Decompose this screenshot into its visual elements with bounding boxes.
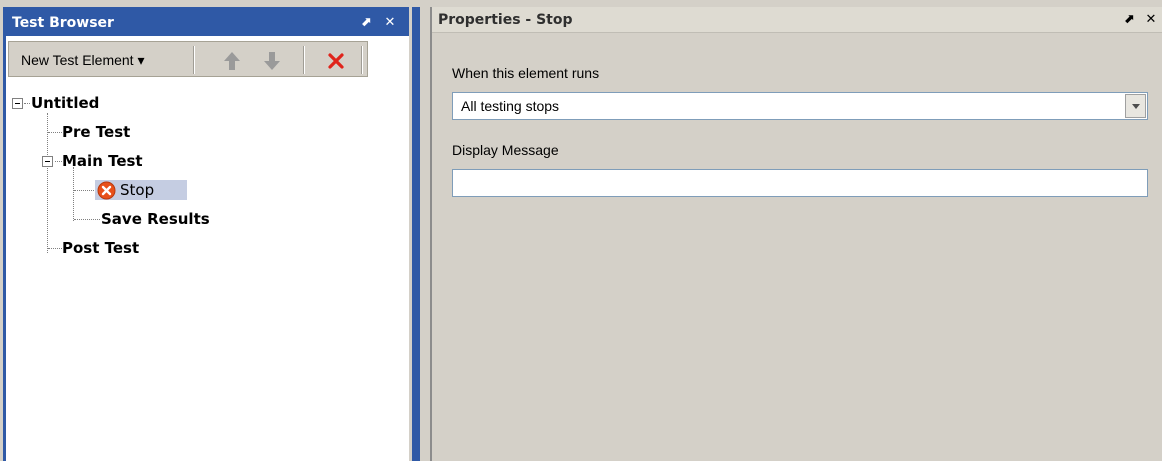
test-browser-titlebar: Test Browser ⬈ ✕: [6, 10, 409, 36]
test-browser-panel: Test Browser ⬈ ✕ New Test Element ▾ Unti…: [3, 7, 420, 461]
tree-node-main-test[interactable]: Main Test: [62, 151, 143, 171]
app-window: Test Browser ⬈ ✕ New Test Element ▾ Unti…: [0, 0, 1162, 461]
tree-node-post-test[interactable]: Post Test: [62, 238, 139, 258]
tree-connector: [73, 167, 74, 221]
collapse-toggle[interactable]: [12, 98, 23, 109]
tree-node-save-results[interactable]: Save Results: [101, 209, 210, 229]
arrow-down-icon[interactable]: [263, 51, 281, 71]
panel-splitter[interactable]: [412, 7, 420, 461]
test-browser-title: Test Browser: [12, 15, 114, 31]
when-element-runs-label: When this element runs: [452, 65, 600, 81]
stop-icon: [97, 181, 116, 200]
delete-icon[interactable]: [327, 51, 345, 71]
test-browser-toolbar: New Test Element ▾: [8, 41, 368, 77]
toolbar-separator: [303, 46, 305, 74]
new-test-element-button[interactable]: New Test Element ▾: [21, 50, 144, 70]
tree-connector: [47, 113, 48, 253]
when-element-runs-select[interactable]: All testing stops: [452, 92, 1148, 120]
tree-node-pre-test[interactable]: Pre Test: [62, 122, 130, 142]
toolbar-separator: [361, 46, 363, 74]
pin-icon[interactable]: ⬈: [1120, 7, 1138, 33]
toolbar-separator: [193, 46, 195, 74]
tree-connector: [24, 103, 30, 104]
tree-connector: [48, 132, 62, 133]
chevron-down-icon[interactable]: [1125, 94, 1146, 118]
tree-connector: [55, 161, 62, 162]
properties-titlebar: Properties - Stop ⬈ ✕: [432, 7, 1162, 33]
when-element-runs-value: All testing stops: [461, 98, 560, 114]
tree-connector: [74, 219, 100, 220]
close-icon[interactable]: ✕: [381, 10, 399, 36]
display-message-label: Display Message: [452, 142, 559, 158]
pin-icon[interactable]: ⬈: [357, 10, 375, 36]
display-message-field[interactable]: [452, 169, 1148, 197]
close-icon[interactable]: ✕: [1142, 7, 1160, 33]
arrow-up-icon[interactable]: [223, 51, 241, 71]
tree-node-stop-label: Stop: [120, 181, 155, 199]
tree-node-untitled[interactable]: Untitled: [31, 93, 99, 113]
tree-node-stop[interactable]: Stop: [95, 180, 187, 200]
properties-panel: Properties - Stop ⬈ ✕ When this element …: [430, 7, 1162, 461]
collapse-toggle[interactable]: [42, 156, 53, 167]
tree-connector: [48, 248, 62, 249]
tree-connector: [74, 190, 94, 191]
properties-title: Properties - Stop: [438, 12, 573, 28]
